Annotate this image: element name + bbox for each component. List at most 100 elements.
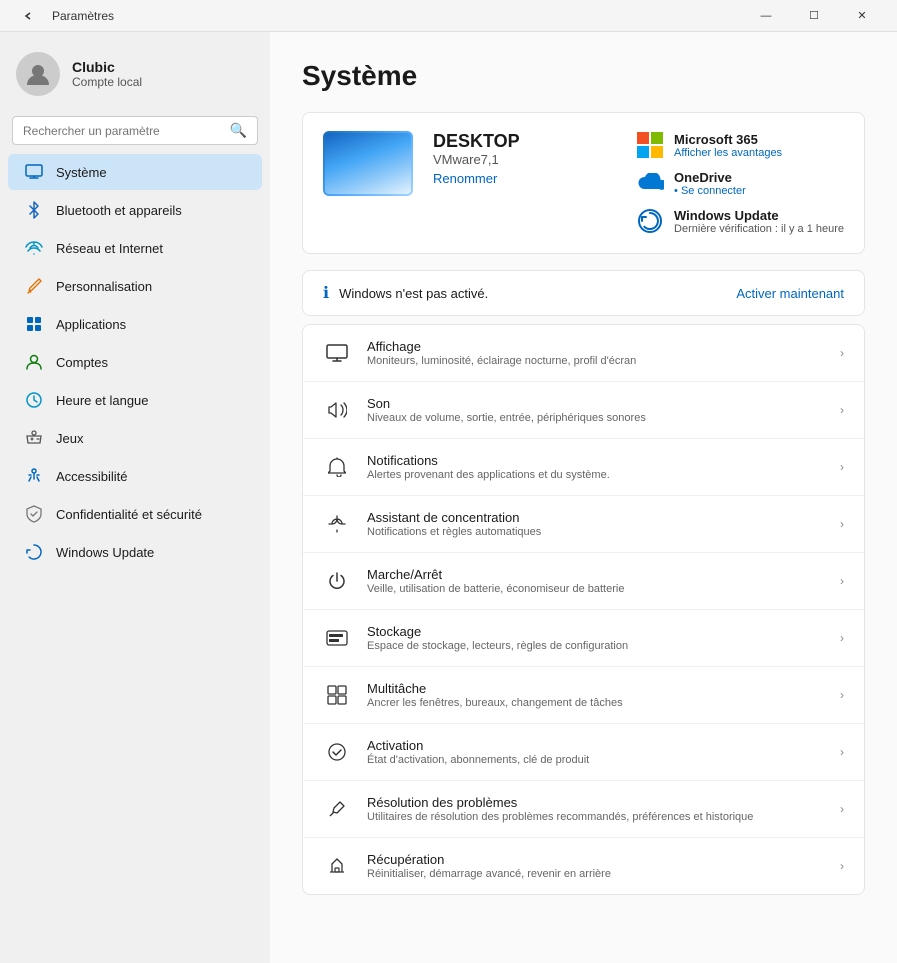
close-button[interactable]: ✕ bbox=[839, 0, 885, 32]
device-services: Microsoft 365 Afficher les avantages One… bbox=[636, 131, 844, 235]
sidebar-item-access[interactable]: Accessibilité bbox=[8, 458, 262, 494]
sidebar-item-jeux[interactable]: Jeux bbox=[8, 420, 262, 456]
son-icon bbox=[323, 396, 351, 424]
affichage-desc: Moniteurs, luminosité, éclairage nocturn… bbox=[367, 355, 824, 367]
resolution-title: Résolution des problèmes bbox=[367, 795, 824, 810]
settings-item-stockage[interactable]: Stockage Espace de stockage, lecteurs, r… bbox=[303, 610, 864, 667]
titlebar: Paramètres — ☐ ✕ bbox=[0, 0, 897, 32]
multitache-desc: Ancrer les fenêtres, bureaux, changement… bbox=[367, 697, 824, 709]
notifications-icon bbox=[323, 453, 351, 481]
settings-item-notifications[interactable]: Notifications Alertes provenant des appl… bbox=[303, 439, 864, 496]
page-title: Système bbox=[302, 60, 865, 92]
titlebar-left: Paramètres bbox=[12, 0, 114, 32]
shield-icon bbox=[24, 504, 44, 524]
sidebar-label-access: Accessibilité bbox=[56, 469, 128, 484]
settings-item-son[interactable]: Son Niveaux de volume, sortie, entrée, p… bbox=[303, 382, 864, 439]
onedrive-icon bbox=[636, 169, 664, 197]
access-icon bbox=[24, 466, 44, 486]
chevron-right-icon: › bbox=[840, 460, 844, 474]
son-desc: Niveaux de volume, sortie, entrée, périp… bbox=[367, 412, 824, 424]
chevron-right-icon: › bbox=[840, 802, 844, 816]
recuperation-icon bbox=[323, 852, 351, 880]
ms365-icon bbox=[636, 131, 664, 159]
service-winupdate: Windows Update Dernière vérification : i… bbox=[636, 207, 844, 235]
update-icon bbox=[24, 542, 44, 562]
marche-arret-text: Marche/Arrêt Veille, utilisation de batt… bbox=[367, 567, 824, 595]
concentration-title: Assistant de concentration bbox=[367, 510, 824, 525]
resolution-icon bbox=[323, 795, 351, 823]
affichage-text: Affichage Moniteurs, luminosité, éclaira… bbox=[367, 339, 824, 367]
sidebar-item-update[interactable]: Windows Update bbox=[8, 534, 262, 570]
avatar bbox=[16, 52, 60, 96]
sidebar-item-perso[interactable]: Personnalisation bbox=[8, 268, 262, 304]
stockage-text: Stockage Espace de stockage, lecteurs, r… bbox=[367, 624, 824, 652]
resolution-desc: Utilitaires de résolution des problèmes … bbox=[367, 811, 824, 823]
activation-link[interactable]: Activer maintenant bbox=[736, 286, 844, 301]
window-controls: — ☐ ✕ bbox=[743, 0, 885, 32]
ms365-action[interactable]: Afficher les avantages bbox=[674, 147, 782, 159]
sidebar-label-bluetooth: Bluetooth et appareils bbox=[56, 203, 182, 218]
systeme-icon bbox=[24, 162, 44, 182]
onedrive-action[interactable]: • Se connecter bbox=[674, 185, 746, 197]
user-info: Clubic Compte local bbox=[72, 59, 142, 89]
sidebar-item-priv[interactable]: Confidentialité et sécurité bbox=[8, 496, 262, 532]
activation-title: Activation bbox=[367, 738, 824, 753]
onedrive-text: OneDrive • Se connecter bbox=[674, 170, 746, 197]
settings-item-multitache[interactable]: Multitâche Ancrer les fenêtres, bureaux,… bbox=[303, 667, 864, 724]
sidebar-label-jeux: Jeux bbox=[56, 431, 83, 446]
sidebar-item-bluetooth[interactable]: Bluetooth et appareils bbox=[8, 192, 262, 228]
activation-icon bbox=[323, 738, 351, 766]
settings-item-recuperation[interactable]: Récupération Réinitialiser, démarrage av… bbox=[303, 838, 864, 894]
winupdate-text: Windows Update Dernière vérification : i… bbox=[674, 208, 844, 235]
sidebar-label-apps: Applications bbox=[56, 317, 126, 332]
stockage-title: Stockage bbox=[367, 624, 824, 639]
chevron-right-icon: › bbox=[840, 403, 844, 417]
minimize-button[interactable]: — bbox=[743, 0, 789, 32]
device-rename-link[interactable]: Renommer bbox=[433, 171, 616, 186]
sidebar-item-comptes[interactable]: Comptes bbox=[8, 344, 262, 380]
ms365-title: Microsoft 365 bbox=[674, 132, 782, 147]
sidebar-item-heure[interactable]: Heure et langue bbox=[8, 382, 262, 418]
window-title: Paramètres bbox=[52, 9, 114, 23]
chevron-right-icon: › bbox=[840, 745, 844, 759]
son-title: Son bbox=[367, 396, 824, 411]
settings-item-activation[interactable]: Activation État d'activation, abonnement… bbox=[303, 724, 864, 781]
app-container: Clubic Compte local 🔍 Système bbox=[0, 32, 897, 963]
sidebar-label-systeme: Système bbox=[56, 165, 107, 180]
stockage-icon bbox=[323, 624, 351, 652]
sidebar-item-systeme[interactable]: Système bbox=[8, 154, 262, 190]
maximize-button[interactable]: ☐ bbox=[791, 0, 837, 32]
user-profile[interactable]: Clubic Compte local bbox=[0, 44, 270, 112]
chevron-right-icon: › bbox=[840, 859, 844, 873]
brush-icon bbox=[24, 276, 44, 296]
winupdate-icon bbox=[636, 207, 664, 235]
settings-item-affichage[interactable]: Affichage Moniteurs, luminosité, éclaira… bbox=[303, 325, 864, 382]
recuperation-title: Récupération bbox=[367, 852, 824, 867]
sidebar-item-apps[interactable]: Applications bbox=[8, 306, 262, 342]
search-input[interactable] bbox=[23, 124, 222, 138]
apps-icon bbox=[24, 314, 44, 334]
settings-item-resolution[interactable]: Résolution des problèmes Utilitaires de … bbox=[303, 781, 864, 838]
chevron-right-icon: › bbox=[840, 346, 844, 360]
marche-arret-title: Marche/Arrêt bbox=[367, 567, 824, 582]
sidebar: Clubic Compte local 🔍 Système bbox=[0, 32, 270, 963]
settings-item-marche-arret[interactable]: Marche/Arrêt Veille, utilisation de batt… bbox=[303, 553, 864, 610]
device-card: DESKTOP VMware7,1 Renommer bbox=[302, 112, 865, 254]
device-vm: VMware7,1 bbox=[433, 152, 616, 167]
winupdate-title: Windows Update bbox=[674, 208, 844, 223]
concentration-desc: Notifications et règles automatiques bbox=[367, 526, 824, 538]
device-name: DESKTOP bbox=[433, 131, 616, 152]
username: Clubic bbox=[72, 59, 142, 75]
service-ms365: Microsoft 365 Afficher les avantages bbox=[636, 131, 844, 159]
activation-banner: ℹ Windows n'est pas activé. Activer main… bbox=[302, 270, 865, 316]
concentration-text: Assistant de concentration Notifications… bbox=[367, 510, 824, 538]
sidebar-item-reseau[interactable]: Réseau et Internet bbox=[8, 230, 262, 266]
chevron-right-icon: › bbox=[840, 517, 844, 531]
info-icon: ℹ bbox=[323, 283, 329, 303]
multitache-text: Multitâche Ancrer les fenêtres, bureaux,… bbox=[367, 681, 824, 709]
settings-item-concentration[interactable]: Assistant de concentration Notifications… bbox=[303, 496, 864, 553]
search-box[interactable]: 🔍 bbox=[12, 116, 258, 145]
recuperation-text: Récupération Réinitialiser, démarrage av… bbox=[367, 852, 824, 880]
service-onedrive: OneDrive • Se connecter bbox=[636, 169, 844, 197]
back-button[interactable] bbox=[12, 0, 44, 32]
